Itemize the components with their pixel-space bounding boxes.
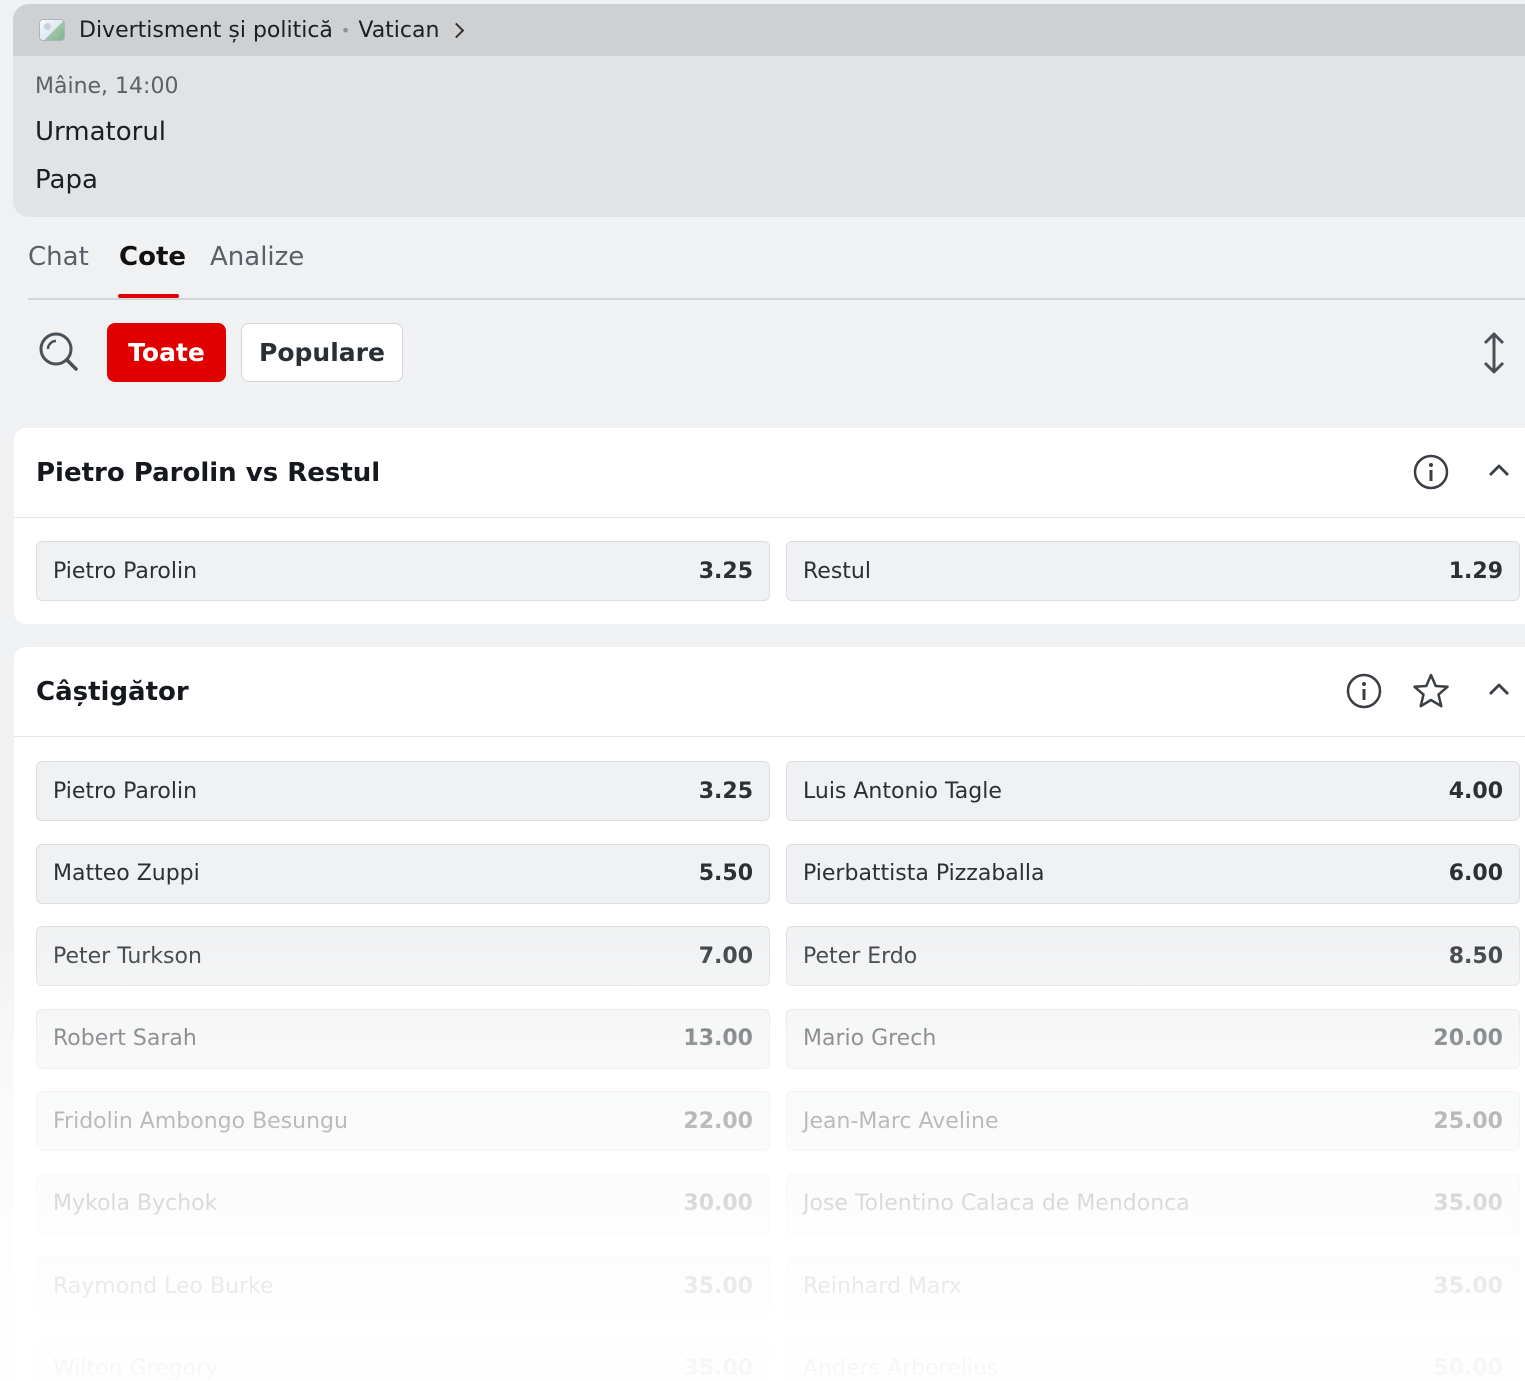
odd-selection-name: Anders Arborelius <box>803 1356 999 1381</box>
breadcrumb-subcategory[interactable]: Vatican <box>358 18 439 43</box>
breadcrumb[interactable]: Divertisment și politică • Vatican <box>13 4 1525 56</box>
odd-price: 3.25 <box>698 558 753 584</box>
odd-selection-name: Jean-Marc Aveline <box>803 1108 999 1134</box>
odd-price: 35.00 <box>1433 1191 1503 1216</box>
odd-price: 3.25 <box>698 778 753 804</box>
tab-cote[interactable]: Cote <box>119 242 186 272</box>
odd-price: 5.50 <box>698 861 753 886</box>
active-tab-indicator <box>118 294 179 298</box>
market-parolin-vs-rest: Pietro Parolin vs Restul Pietro Parolin … <box>14 428 1525 624</box>
odd-price: 50.00 <box>1433 1356 1503 1381</box>
odd-button[interactable]: Wilton Gregory 35.00 <box>36 1338 770 1381</box>
odd-button[interactable]: Mykola Bychok 30.00 <box>36 1173 770 1234</box>
chevron-right-icon <box>449 22 465 38</box>
market-title: Pietro Parolin vs Restul <box>36 458 381 488</box>
odd-button[interactable]: Pietro Parolin 3.25 <box>36 541 770 601</box>
odd-selection-name: Wilton Gregory <box>53 1356 219 1381</box>
tab-chat[interactable]: Chat <box>28 242 89 272</box>
odd-button[interactable]: Jean-Marc Aveline 25.00 <box>786 1091 1520 1151</box>
odd-selection-name: Mykola Bychok <box>53 1191 218 1216</box>
odd-price: 1.29 <box>1448 558 1503 584</box>
odd-button[interactable]: Restul 1.29 <box>786 541 1520 601</box>
odd-button[interactable]: Raymond Leo Burke 35.00 <box>36 1256 770 1316</box>
odd-button[interactable]: Reinhard Marx 35.00 <box>786 1256 1520 1316</box>
odd-selection-name: Pierbattista Pizzaballa <box>803 861 1045 886</box>
odd-selection-name: Fridolin Ambongo Besungu <box>53 1108 348 1134</box>
odd-selection-name: Luis Antonio Tagle <box>803 778 1002 804</box>
filter-all-button[interactable]: Toate <box>107 323 226 382</box>
odd-button[interactable]: Mario Grech 20.00 <box>786 1008 1520 1069</box>
odd-price: 35.00 <box>1433 1273 1503 1299</box>
info-icon[interactable] <box>1413 454 1449 490</box>
market-header[interactable]: Câștigător <box>14 647 1525 737</box>
odd-button[interactable]: Pierbattista Pizzaballa 6.00 <box>786 843 1520 904</box>
market-header[interactable]: Pietro Parolin vs Restul <box>14 428 1525 518</box>
chevron-up-icon[interactable] <box>1488 681 1510 697</box>
chevron-up-icon[interactable] <box>1488 462 1510 478</box>
event-time: Mâine, 14:00 <box>35 74 179 99</box>
info-icon[interactable] <box>1346 673 1382 709</box>
odd-price: 30.00 <box>683 1191 753 1216</box>
odd-button[interactable]: Peter Erdo 8.50 <box>786 926 1520 986</box>
odd-price: 8.50 <box>1448 943 1503 969</box>
odd-selection-name: Restul <box>803 558 871 584</box>
event-name-line1: Urmatorul <box>35 117 167 147</box>
odd-price: 25.00 <box>1433 1108 1503 1134</box>
odd-price: 7.00 <box>698 943 753 969</box>
odd-button[interactable]: Matteo Zuppi 5.50 <box>36 843 770 904</box>
breadcrumb-category[interactable]: Divertisment și politică <box>79 18 333 43</box>
odd-button[interactable]: Pietro Parolin 3.25 <box>36 761 770 821</box>
odd-button[interactable]: Anders Arborelius 50.00 <box>786 1338 1520 1381</box>
odd-price: 22.00 <box>683 1108 753 1134</box>
odd-button[interactable]: Peter Turkson 7.00 <box>36 926 770 986</box>
odd-price: 6.00 <box>1448 861 1503 886</box>
event-header: Divertisment și politică • Vatican Mâine… <box>13 4 1525 217</box>
odd-selection-name: Matteo Zuppi <box>53 861 200 886</box>
odd-selection-name: Pietro Parolin <box>53 558 198 584</box>
vatican-flag-icon <box>39 19 65 41</box>
odd-button[interactable]: Robert Sarah 13.00 <box>36 1008 770 1069</box>
odd-selection-name: Peter Turkson <box>53 943 202 969</box>
odd-button[interactable]: Jose Tolentino Calaca de Mendonca 35.00 <box>786 1173 1520 1234</box>
odd-button[interactable]: Luis Antonio Tagle 4.00 <box>786 761 1520 821</box>
odd-price: 35.00 <box>683 1356 753 1381</box>
odd-selection-name: Peter Erdo <box>803 943 918 969</box>
odd-price: 13.00 <box>683 1026 753 1051</box>
odd-selection-name: Raymond Leo Burke <box>53 1273 274 1299</box>
market-title: Câștigător <box>36 677 189 707</box>
event-name-line2: Papa <box>35 165 98 195</box>
odd-button[interactable]: Fridolin Ambongo Besungu 22.00 <box>36 1091 770 1151</box>
breadcrumb-separator: • <box>340 20 351 40</box>
odd-selection-name: Mario Grech <box>803 1026 937 1051</box>
odd-selection-name: Reinhard Marx <box>803 1273 962 1299</box>
search-icon[interactable] <box>37 330 79 372</box>
odd-selection-name: Robert Sarah <box>53 1026 197 1051</box>
odd-price: 20.00 <box>1433 1026 1503 1051</box>
market-winner: Câștigător Pietro Parolin 3.25 Luis Antoni… <box>14 647 1525 1381</box>
filter-popular-button[interactable]: Populare <box>241 323 403 382</box>
odd-price: 35.00 <box>683 1273 753 1299</box>
odd-selection-name: Pietro Parolin <box>53 778 198 804</box>
odd-price: 4.00 <box>1448 778 1503 804</box>
star-icon[interactable] <box>1412 672 1450 710</box>
tab-bar: Chat Cote Analize <box>28 238 1525 300</box>
tab-analize[interactable]: Analize <box>210 242 304 272</box>
expand-collapse-all-icon[interactable] <box>1480 332 1508 374</box>
odd-selection-name: Jose Tolentino Calaca de Mendonca <box>803 1191 1190 1216</box>
